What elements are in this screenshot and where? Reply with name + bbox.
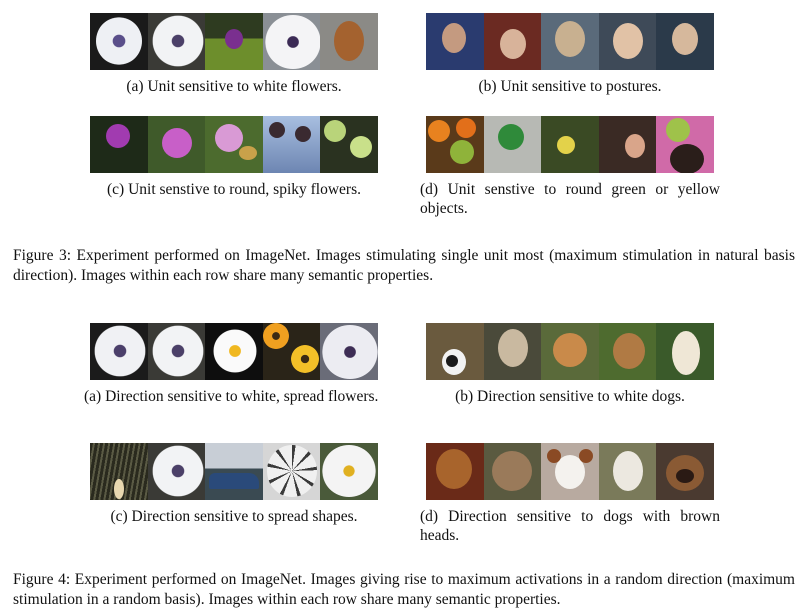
fig4-d-image-4 [598,443,657,500]
fig4-d-image-2 [483,443,542,500]
fig3-c-image-strip [90,116,378,173]
fig4-c-image-strip [90,443,378,500]
fig4-c-caption: (c) Direction sensitive to spread shapes… [110,508,358,525]
fig4-d-image-strip [426,443,714,500]
fig3-a-image-2 [147,13,206,70]
fig3-d-image-strip [426,116,714,173]
fig3-a-image-1 [90,13,148,70]
fig4-a-image-3 [205,323,263,380]
fig4-b-image-3 [541,323,599,380]
fig4-c-image-2 [147,443,206,500]
fig3-b-image-2 [483,13,542,70]
fig3-d-image-1 [426,116,484,173]
fig3-a-image-4 [262,13,321,70]
fig4-b-image-5 [656,323,714,380]
fig3-a-image-strip [90,13,378,70]
fig3-b-image-4 [598,13,657,70]
fig4-d-image-1 [426,443,484,500]
fig4-d-caption: (d) Direction sensitive to dogs with bro… [420,508,720,544]
fig3-d-image-5 [656,116,714,173]
fig3-c-image-4 [262,116,321,173]
fig4-b-image-strip [426,323,714,380]
fig3-c-image-1 [90,116,148,173]
fig3-a-caption: (a) Unit sensitive to white flowers. [126,78,342,95]
fig4-a-image-2 [147,323,206,380]
fig3-b-image-1 [426,13,484,70]
fig3-b-caption: (b) Unit sensitive to postures. [478,78,662,95]
fig4-b-caption: (b) Direction sensitive to white dogs. [455,388,685,405]
fig3-d-image-4 [598,116,657,173]
fig3-c-image-3 [205,116,263,173]
fig4-d-image-3 [541,443,599,500]
fig3-c-caption: (c) Unit senstive to round, spiky flower… [107,181,361,198]
fig4-c-image-1 [90,443,148,500]
fig3-d-caption: (d) Unit senstive to round green or yell… [420,181,720,217]
fig4-a-image-strip [90,323,378,380]
fig4-b-image-2 [483,323,542,380]
fig4-c-image-3 [205,443,263,500]
fig4-a-image-1 [90,323,148,380]
fig3-b-image-5 [656,13,714,70]
fig4-b-image-1 [426,323,484,380]
fig3-b-image-3 [541,13,599,70]
fig3-c-image-2 [147,116,206,173]
fig4-a-image-5 [320,323,378,380]
fig4-d-image-5 [656,443,714,500]
fig3-c-image-5 [320,116,378,173]
fig4-b-image-4 [598,323,657,380]
figure-3-caption: Figure 3: Experiment performed on ImageN… [13,247,795,284]
fig4-a-image-4 [262,323,321,380]
fig3-b-image-strip [426,13,714,70]
fig3-d-image-2 [483,116,542,173]
figure-4-caption: Figure 4: Experiment performed on ImageN… [13,571,795,608]
fig3-a-image-3 [205,13,263,70]
fig4-a-caption: (a) Direction sensitive to white, spread… [84,388,379,405]
fig4-c-image-5 [320,443,378,500]
fig3-d-image-3 [541,116,599,173]
fig4-c-image-4 [262,443,321,500]
fig3-a-image-5 [320,13,378,70]
